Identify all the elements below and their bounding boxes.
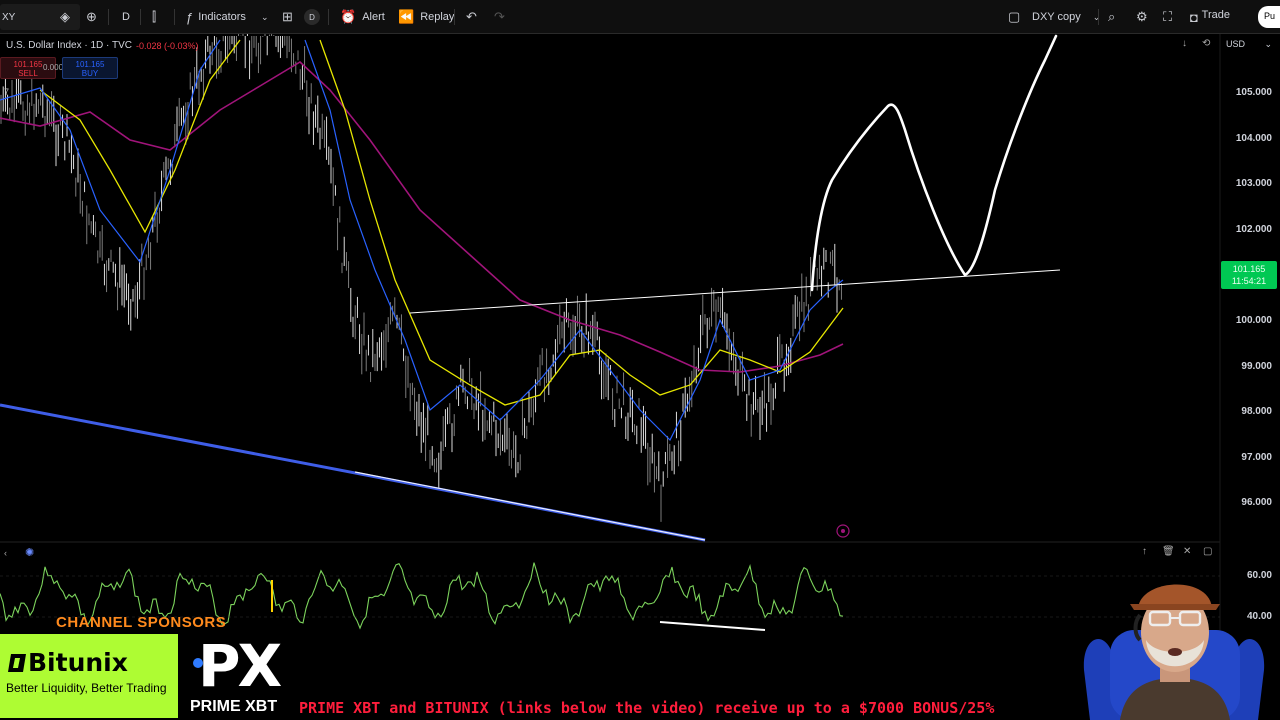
ema-mid-line: [39, 39, 844, 406]
add-symbol-icon[interactable]: ⊕: [86, 7, 97, 27]
trash-icon[interactable]: 🗑: [1162, 546, 1175, 557]
alert-marker-dot: [841, 529, 845, 533]
top-toolbar: XY ◈ ⊕ D ⫿ ƒ Indicators ⌄ ⊞ D ⏰ Alert ⏪ …: [0, 0, 1280, 34]
bitunix-tagline: Better Liquidity, Better Trading: [6, 681, 167, 695]
currency-label: USD: [1226, 39, 1246, 49]
legend-title: U.S. Dollar Index · 1D · TVC: [6, 40, 132, 51]
sponsor-title: CHANNEL SPONSORS: [56, 614, 227, 631]
indicators-button[interactable]: ƒ Indicators ⌄: [186, 7, 268, 27]
side-number: 7: [4, 87, 10, 97]
primexbt-banner[interactable]: PX PRIME XBT: [178, 632, 296, 720]
legend-change: -0.028 (-0.03%): [135, 40, 199, 51]
quick-search-icon[interactable]: ⌕: [1108, 7, 1115, 27]
publish-button[interactable]: Pu: [1258, 6, 1280, 28]
trade-label: Trade: [1201, 9, 1230, 21]
favorite-icon[interactable]: ◈: [60, 7, 70, 27]
rewind-icon: ⏪: [398, 9, 415, 24]
replay-label: Replay: [420, 11, 455, 23]
chart-legend[interactable]: U.S. Dollar Index · 1D · TVC -0.028 (-0.…: [6, 40, 199, 51]
price-tick: 105.000: [1235, 87, 1272, 98]
price-tick: 98.000: [1241, 406, 1272, 417]
toolbar-divider: [454, 9, 455, 25]
price-tick: 97.000: [1241, 452, 1272, 463]
buy-price: 101.165: [75, 60, 105, 69]
price-tick: 96.000: [1241, 497, 1272, 508]
neckline: [409, 269, 1061, 314]
projection-drawing: [810, 34, 1058, 292]
alert-label: Alert: [362, 11, 385, 23]
price-tick: 100.000: [1235, 315, 1272, 326]
scroll-down-icon[interactable]: ↓: [1182, 38, 1187, 49]
collapse-icon[interactable]: ‹: [4, 548, 7, 558]
layout-name-button[interactable]: DXY copy ⌄: [1032, 7, 1100, 27]
buy-label: BUY: [81, 69, 99, 78]
interval-label: D: [122, 11, 130, 23]
toolbar-divider: [328, 9, 329, 25]
bar-style-icon[interactable]: ⫿: [152, 7, 156, 27]
price-chart[interactable]: [0, 34, 1280, 640]
current-price-label: 101.165 11:54:21: [1221, 261, 1277, 289]
spread-value: 0.000: [43, 63, 64, 72]
presenter-webcam: [1083, 584, 1265, 720]
support-trendline-highlight: [354, 471, 706, 541]
osc-divergence-line: [659, 621, 766, 631]
ema-slow-line: [0, 61, 844, 373]
chevron-down-icon: ⌄: [260, 11, 269, 22]
alert-button[interactable]: ⏰ Alert: [340, 7, 385, 27]
price-tick: 104.000: [1235, 133, 1272, 144]
move-up-icon[interactable]: ↑: [1142, 546, 1147, 557]
publish-label: Pu: [1264, 11, 1276, 21]
toolbar-divider: [174, 9, 175, 25]
indicators-icon: ƒ: [186, 9, 194, 25]
price-tick: 99.000: [1241, 361, 1272, 372]
alarm-clock-icon: ⏰: [340, 9, 357, 24]
close-icon[interactable]: ✕: [1183, 546, 1191, 557]
settings-icon[interactable]: ✺: [25, 546, 34, 559]
template-letter: D: [309, 12, 315, 22]
toolbar-divider: [140, 9, 141, 25]
bitunix-logo-icon: [8, 654, 26, 672]
bitunix-banner[interactable]: Bitunix Better Liquidity, Better Trading: [0, 634, 178, 718]
trade-button[interactable]: Trade: [1196, 6, 1236, 24]
price-tick: 102.000: [1235, 224, 1272, 235]
gear-icon[interactable]: ⚙: [1136, 7, 1148, 27]
buy-button[interactable]: 101.165 BUY: [62, 57, 118, 79]
redo-icon[interactable]: ↷: [494, 7, 505, 27]
fullscreen-icon[interactable]: ⛶: [1163, 7, 1172, 27]
ticker-text: PRIME XBT and BITUNIX (links below the v…: [299, 699, 995, 717]
price-candles: [0, 34, 842, 522]
currency-button[interactable]: USD ⌄: [1222, 39, 1276, 53]
template-badge[interactable]: D: [304, 9, 320, 25]
bitunix-name: Bitunix: [28, 648, 128, 677]
undo-icon[interactable]: ↶: [466, 7, 477, 27]
indicators-label: Indicators: [198, 11, 246, 23]
price-tick: 103.000: [1235, 178, 1272, 189]
countdown: 11:54:21: [1231, 276, 1267, 286]
current-price: 101.165: [1232, 264, 1266, 274]
symbol-label: XY: [2, 11, 16, 23]
toolbar-divider: [1098, 9, 1099, 25]
interval-button[interactable]: D: [122, 7, 130, 27]
reset-icon[interactable]: ⟲: [1202, 38, 1210, 49]
layout-name: DXY copy: [1032, 11, 1081, 23]
chevron-down-icon: ⌄: [1264, 39, 1272, 49]
layout-icon[interactable]: ▢: [1008, 7, 1020, 27]
px-logo: PX: [198, 632, 282, 700]
toolbar-divider: [108, 9, 109, 25]
maximize-icon[interactable]: ▢: [1203, 546, 1212, 557]
chevron-down-icon: ⌄: [1092, 11, 1101, 22]
replay-button[interactable]: ⏪ Replay: [398, 7, 454, 27]
ema-fast-line: [0, 39, 844, 442]
primexbt-name: PRIME XBT: [190, 698, 278, 715]
templates-icon[interactable]: ⊞: [282, 7, 293, 27]
